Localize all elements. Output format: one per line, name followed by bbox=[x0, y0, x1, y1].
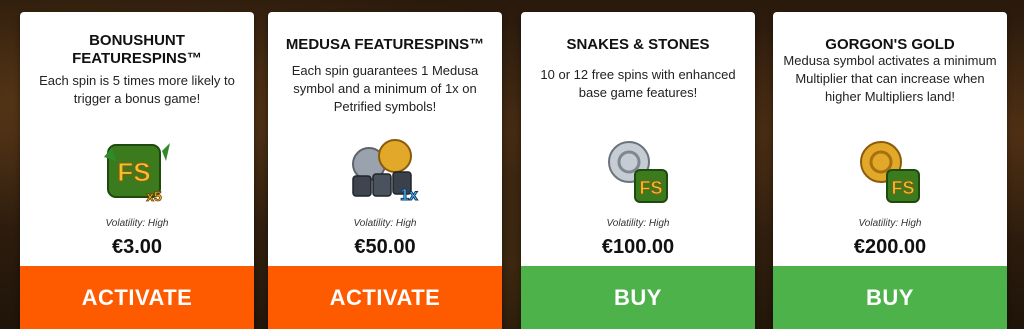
feature-buy-cards: BONUSHUNT FEATURESPINS™ Each spin is 5 t… bbox=[0, 0, 1024, 329]
snakes-stones-icon: FS bbox=[521, 132, 755, 212]
svg-text:FS: FS bbox=[639, 178, 662, 198]
card-medusa-featurespins: MEDUSA FEATURESPINS™ Each spin guarantee… bbox=[268, 12, 502, 329]
volatility-label: Volatility: High bbox=[105, 218, 169, 229]
volatility-label: Volatility: High bbox=[858, 218, 922, 229]
card-title: SNAKES & STONES bbox=[566, 36, 710, 53]
activate-button[interactable]: ACTIVATE bbox=[20, 266, 254, 329]
fs-x5-icon: FS x5 bbox=[20, 132, 254, 212]
card-bonushunt-featurespins: BONUSHUNT FEATURESPINS™ Each spin is 5 t… bbox=[20, 12, 254, 329]
card-title: BONUSHUNT FEATURESPINS™ bbox=[72, 32, 202, 67]
activate-button[interactable]: ACTIVATE bbox=[268, 266, 502, 329]
price-label: €200.00 bbox=[853, 236, 927, 258]
price-label: €100.00 bbox=[601, 236, 675, 258]
buy-button[interactable]: BUY bbox=[521, 266, 755, 329]
card-snakes-and-stones: SNAKES & STONES 10 or 12 free spins with… bbox=[521, 12, 755, 329]
price-label: €3.00 bbox=[111, 236, 163, 258]
price-label: €50.00 bbox=[354, 236, 416, 258]
card-title: MEDUSA FEATURESPINS™ bbox=[285, 36, 485, 53]
card-description: Each spin guarantees 1 Medusa symbol and… bbox=[291, 63, 479, 114]
card-description: 10 or 12 free spins with enhanced base g… bbox=[540, 67, 736, 100]
card-gorgons-gold: GORGON'S GOLD Medusa symbol activates a … bbox=[773, 12, 1007, 329]
card-description: Each spin is 5 times more likely to trig… bbox=[39, 73, 235, 106]
svg-text:x5: x5 bbox=[146, 188, 162, 204]
card-description: Medusa symbol activates a minimum Multip… bbox=[783, 53, 997, 104]
svg-text:FS: FS bbox=[117, 157, 150, 187]
volatility-label: Volatility: High bbox=[606, 218, 670, 229]
buy-button[interactable]: BUY bbox=[773, 266, 1007, 329]
medusa-1x-icon: 1x bbox=[268, 132, 502, 212]
volatility-label: Volatility: High bbox=[353, 218, 417, 229]
svg-text:FS: FS bbox=[891, 178, 914, 198]
svg-text:1x: 1x bbox=[400, 187, 418, 204]
gorgons-gold-icon: FS bbox=[773, 132, 1007, 212]
